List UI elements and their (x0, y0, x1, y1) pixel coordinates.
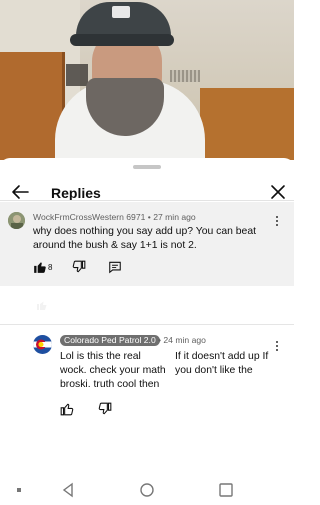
reply-menu-button[interactable] (272, 339, 282, 355)
nav-back-button[interactable] (58, 480, 78, 500)
reply-text-right: If it doesn't add up If you don't like t… (175, 351, 269, 376)
replies-sheet: Replies WockFrmCrossWestern 6971 • 27 mi… (0, 158, 294, 500)
comment-time: 27 min ago (153, 212, 196, 222)
ghost-thumbs-up-icon (36, 298, 48, 316)
thumbs-up-icon (34, 262, 46, 273)
sheet-title: Replies (51, 185, 101, 201)
parent-comment: WockFrmCrossWestern 6971 • 27 min ago wh… (0, 202, 294, 286)
reply-divider (0, 324, 294, 325)
back-triangle-icon (62, 482, 73, 498)
nav-home-button[interactable] (137, 480, 157, 500)
menu-dot-icon (17, 488, 21, 492)
colorado-flag-avatar (33, 335, 52, 354)
recents-square-icon (219, 483, 233, 497)
thumbs-up-icon (60, 403, 74, 416)
reply-dislike-button[interactable] (98, 402, 114, 418)
comment-text: why does nothing you say add up? You can… (33, 226, 256, 251)
comment-menu-button[interactable] (272, 214, 282, 230)
thumbs-down-icon (72, 260, 86, 273)
drag-handle[interactable] (133, 165, 161, 169)
reply-icon (109, 261, 121, 274)
reply-meta: • 24 min ago (158, 335, 206, 345)
nav-recents-button[interactable] (216, 480, 236, 500)
avatar[interactable] (8, 212, 25, 229)
comment-meta: WockFrmCrossWestern 6971 • 27 min ago (33, 212, 196, 222)
faded-action-row (0, 288, 294, 318)
comment-author[interactable]: WockFrmCrossWestern 6971 (33, 212, 145, 222)
dislike-button[interactable] (72, 260, 88, 276)
video-person-cap-logo (112, 6, 130, 18)
reply-avatar[interactable] (33, 335, 52, 354)
reply-time: 24 min ago (163, 335, 206, 345)
video-vent (170, 70, 200, 82)
reply-button[interactable] (108, 260, 124, 276)
video-person-cap-brim (70, 34, 174, 46)
video-window (66, 64, 88, 86)
video-door-right (200, 88, 294, 160)
author-badge[interactable]: Colorado Ped Patrol 2.0 (60, 335, 160, 346)
system-nav-bar (0, 480, 294, 500)
avatar-image (8, 212, 25, 229)
home-circle-icon (140, 483, 154, 497)
header-divider (0, 200, 294, 201)
video-player[interactable] (0, 0, 294, 160)
like-count: 8 (48, 263, 53, 272)
nav-menu-button[interactable] (9, 480, 29, 500)
thumbs-down-icon (98, 402, 112, 415)
reply-text-left: Lol is this the real wock. check your ma… (60, 351, 166, 390)
like-button[interactable] (33, 260, 49, 276)
reply-like-button[interactable] (60, 402, 76, 418)
